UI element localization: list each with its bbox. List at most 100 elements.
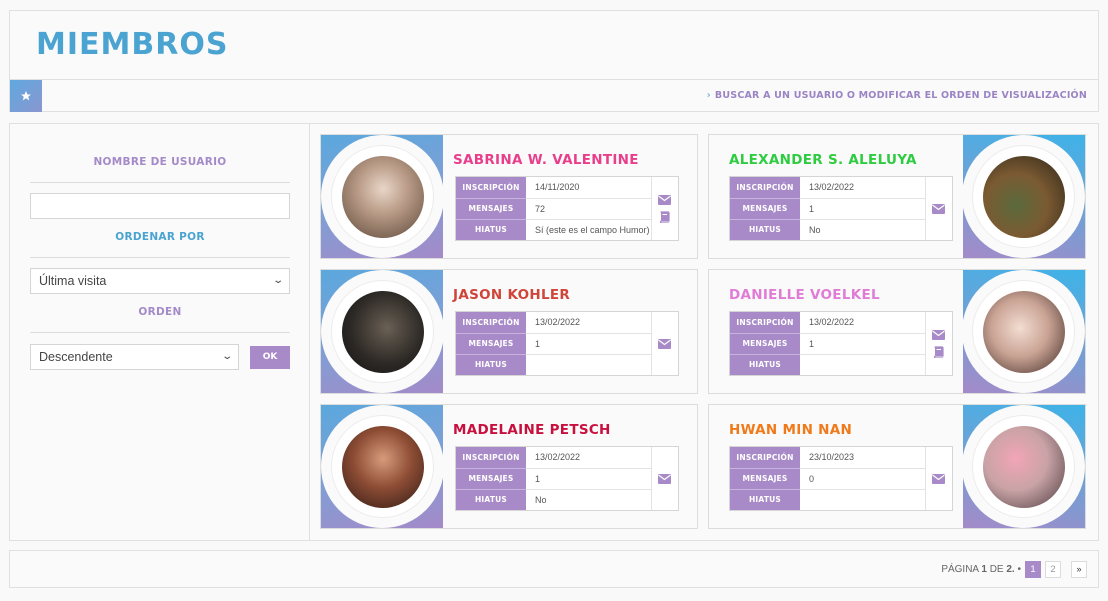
book-icon[interactable]	[926, 345, 953, 358]
envelope-icon[interactable]	[652, 473, 679, 484]
field-label: HIATUS	[456, 489, 526, 510]
member-name[interactable]: JASON KOHLER	[453, 287, 570, 303]
member-info-table: INSCRIPCIÓN 13/02/2022 MENSAJES 1 HIATUS…	[455, 446, 679, 511]
search-options-link[interactable]: › BUSCAR A UN USUARIO O MODIFICAR EL ORDE…	[707, 90, 1087, 101]
avatar-frame	[962, 270, 1085, 393]
envelope-icon[interactable]	[652, 338, 679, 349]
member-name[interactable]: SABRINA W. VALENTINE	[453, 152, 639, 168]
divider	[30, 257, 290, 258]
member-name[interactable]: ALEXANDER S. ALELUYA	[729, 152, 917, 168]
sort-by-label: ORDENAR POR	[115, 231, 205, 243]
chevron-down-icon: ⌄	[220, 351, 233, 362]
field-label: INSCRIPCIÓN	[730, 177, 800, 199]
hiatus-value	[800, 354, 925, 375]
username-input[interactable]	[30, 193, 290, 219]
field-label: HIATUS	[730, 489, 800, 510]
envelope-icon[interactable]	[652, 194, 679, 205]
join-date-value: 13/02/2022	[800, 177, 925, 199]
footer-panel: PÁGINA 1 DE 2. • 1 2 »	[9, 550, 1099, 588]
hiatus-value	[526, 354, 651, 375]
chevron-right-icon: ›	[706, 90, 711, 101]
hiatus-value: Sí (este es el campo Humor)	[535, 224, 650, 235]
book-icon[interactable]	[652, 210, 679, 223]
avatar[interactable]	[342, 291, 424, 373]
avatar-frame	[321, 270, 444, 393]
join-date-value: 13/02/2022	[526, 447, 651, 469]
field-label: INSCRIPCIÓN	[456, 447, 526, 469]
members-panel: NOMBRE DE USUARIO ORDENAR POR Última vis…	[9, 123, 1099, 541]
member-info-table: INSCRIPCIÓN 13/02/2022 MENSAJES 1 HIATUS…	[729, 176, 953, 241]
field-label: INSCRIPCIÓN	[456, 312, 526, 334]
member-card: SABRINA W. VALENTINE INSCRIPCIÓN 14/11/2…	[320, 134, 698, 259]
avatar[interactable]	[342, 426, 424, 508]
posts-value: 1	[526, 468, 651, 490]
ok-button[interactable]: OK	[250, 346, 290, 369]
member-info-table: INSCRIPCIÓN 13/02/2022 MENSAJES 1 HIATUS	[729, 311, 953, 376]
member-info-table: INSCRIPCIÓN 13/02/2022 MENSAJES 1 HIATUS	[455, 311, 679, 376]
field-label: MENSAJES	[730, 468, 800, 490]
member-name[interactable]: DANIELLE VOELKEL	[729, 287, 880, 303]
avatar[interactable]	[983, 291, 1065, 373]
avatar[interactable]	[983, 156, 1065, 238]
field-label: INSCRIPCIÓN	[456, 177, 526, 199]
avatar[interactable]	[983, 426, 1065, 508]
search-options-label: BUSCAR A UN USUARIO O MODIFICAR EL ORDEN…	[714, 90, 1087, 101]
field-label: MENSAJES	[730, 333, 800, 355]
member-info-table: INSCRIPCIÓN 14/11/2020 MENSAJES 72 HIATU…	[455, 176, 679, 241]
page-2-link[interactable]: 2	[1045, 561, 1061, 578]
username-label: NOMBRE DE USUARIO	[93, 156, 227, 168]
member-name[interactable]: MADELAINE PETSCH	[453, 422, 611, 438]
avatar-frame	[962, 135, 1085, 258]
posts-value: 1	[800, 333, 925, 355]
join-date-value: 23/10/2023	[800, 447, 925, 469]
member-card: ALEXANDER S. ALELUYA INSCRIPCIÓN 13/02/2…	[708, 134, 1086, 259]
hiatus-value: No	[535, 494, 547, 505]
order-select[interactable]: Descendente ⌄	[30, 344, 239, 370]
field-label: HIATUS	[730, 354, 800, 375]
header-panel: MIEMBROS › BUSCAR A UN USUARIO O MODIFICA…	[9, 10, 1099, 112]
member-card: HWAN MIN NAN INSCRIPCIÓN 23/10/2023 MENS…	[708, 404, 1086, 529]
field-label: INSCRIPCIÓN	[730, 447, 800, 469]
page-info: PÁGINA 1 DE 2. •	[941, 564, 1021, 575]
page-1-link[interactable]: 1	[1025, 561, 1041, 578]
contact-icons	[924, 447, 953, 510]
member-card: DANIELLE VOELKEL INSCRIPCIÓN 13/02/2022 …	[708, 269, 1086, 394]
posts-value: 1	[800, 198, 925, 220]
envelope-icon[interactable]	[926, 473, 953, 484]
field-label: MENSAJES	[456, 198, 526, 220]
next-page-button[interactable]: »	[1071, 561, 1087, 578]
divider	[30, 182, 290, 183]
pagination: PÁGINA 1 DE 2. • 1 2 »	[941, 561, 1087, 578]
join-date-value: 13/02/2022	[526, 312, 651, 334]
contact-icons	[650, 447, 679, 510]
contact-icons	[650, 312, 679, 375]
join-date-value: 13/02/2022	[800, 312, 925, 334]
posts-value: 72	[526, 198, 651, 220]
divider	[30, 332, 290, 333]
sort-by-select[interactable]: Última visita ⌄	[30, 268, 290, 294]
envelope-icon[interactable]	[926, 203, 953, 214]
field-label: HIATUS	[456, 354, 526, 375]
avatar-frame	[321, 135, 444, 258]
posts-value: 0	[800, 468, 925, 490]
contact-icons	[924, 312, 953, 375]
field-label: MENSAJES	[456, 333, 526, 355]
avatar-frame	[962, 405, 1085, 528]
field-label: HIATUS	[456, 219, 526, 240]
member-name[interactable]: HWAN MIN NAN	[729, 422, 852, 438]
field-label: MENSAJES	[730, 198, 800, 220]
chevron-down-icon: ⌄	[271, 275, 284, 286]
contact-icons	[650, 177, 679, 240]
envelope-icon[interactable]	[926, 329, 953, 340]
member-card: MADELAINE PETSCH INSCRIPCIÓN 13/02/2022 …	[320, 404, 698, 529]
search-sidebar: NOMBRE DE USUARIO ORDENAR POR Última vis…	[10, 124, 310, 540]
avatar[interactable]	[342, 156, 424, 238]
member-card: JASON KOHLER INSCRIPCIÓN 13/02/2022 MENS…	[320, 269, 698, 394]
hiatus-value	[800, 489, 925, 510]
contact-icons	[924, 177, 953, 240]
star-icon[interactable]	[10, 80, 42, 112]
field-label: MENSAJES	[456, 468, 526, 490]
posts-value: 1	[526, 333, 651, 355]
hiatus-value: No	[809, 224, 821, 235]
header-toolbar: › BUSCAR A UN USUARIO O MODIFICAR EL ORDE…	[10, 79, 1098, 112]
